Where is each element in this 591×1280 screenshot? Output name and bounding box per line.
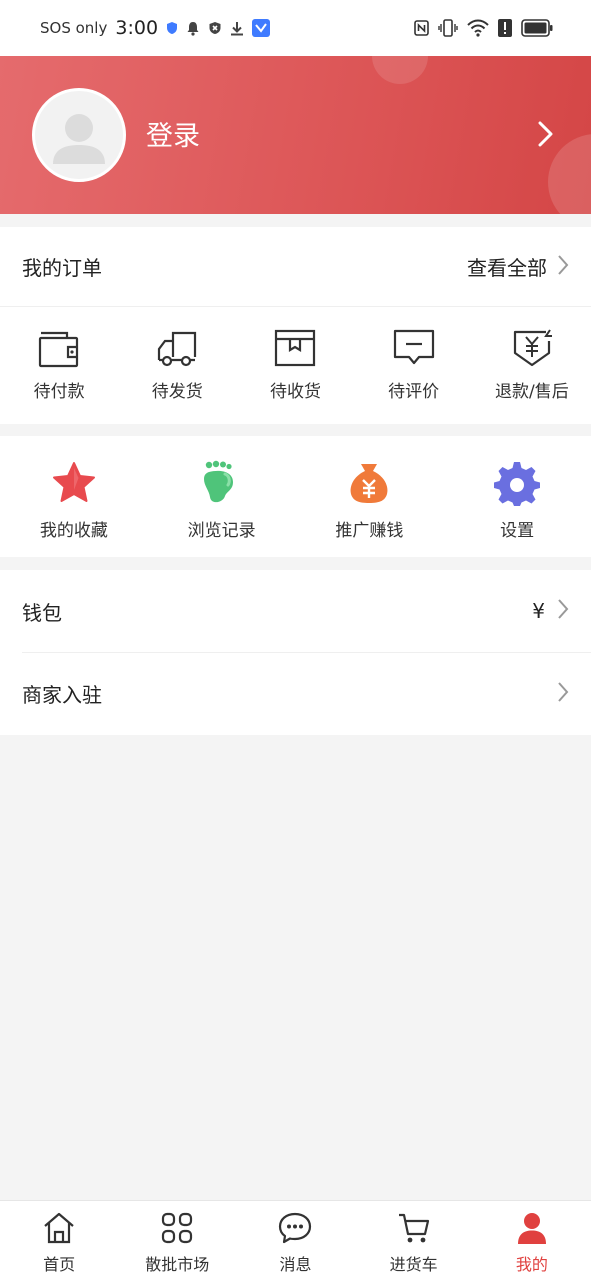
default-avatar-icon (53, 114, 105, 164)
chevron-right-icon (557, 254, 569, 280)
bell-icon (186, 21, 200, 36)
money-bag-icon (346, 460, 392, 506)
truck-icon (155, 327, 199, 369)
chat-icon (278, 1211, 312, 1245)
footprint-icon (199, 460, 245, 506)
order-pending-shipment[interactable]: 待发货 (118, 307, 236, 423)
grid-icon (160, 1211, 194, 1245)
order-pending-review[interactable]: 待评价 (355, 307, 473, 423)
download-icon (230, 21, 244, 36)
menu-list: 钱包 ¥ 商家入驻 (0, 570, 591, 735)
tools-card: 我的收藏 浏览记录 推广赚钱 设置 (0, 436, 591, 557)
wifi-icon (467, 19, 489, 37)
view-all-orders-link[interactable]: 查看全部 (467, 252, 569, 281)
login-link[interactable]: 登录 (146, 114, 200, 153)
nav-label: 我的 (515, 1255, 548, 1274)
order-pending-payment[interactable]: 待付款 (0, 307, 118, 423)
comment-icon (392, 327, 436, 369)
wallet-row[interactable]: 钱包 ¥ (22, 570, 591, 652)
person-icon (515, 1211, 549, 1245)
nfc-icon (414, 20, 429, 36)
order-label: 退款/售后 (494, 382, 569, 402)
list-item-label: 商家入驻 (22, 683, 102, 707)
chevron-right-icon (557, 598, 569, 624)
merchant-join-row[interactable]: 商家入驻 (22, 652, 591, 734)
tool-label: 设置 (500, 521, 535, 541)
battery-icon (521, 19, 553, 37)
promote-earn-button[interactable]: 推广赚钱 (296, 436, 444, 557)
home-icon (42, 1211, 76, 1245)
alert-icon (498, 19, 512, 37)
avatar[interactable] (32, 88, 126, 182)
decorative-bubble (372, 56, 428, 84)
nav-label: 首页 (43, 1255, 76, 1274)
nav-wholesale-market[interactable]: 散批市场 (118, 1201, 236, 1280)
tool-label: 我的收藏 (39, 521, 108, 541)
star-icon (51, 460, 97, 506)
nav-mine[interactable]: 我的 (473, 1201, 591, 1280)
history-button[interactable]: 浏览记录 (148, 436, 296, 557)
status-bar: SOS only 3:00 (0, 0, 591, 56)
gear-icon (494, 460, 541, 506)
chevron-right-icon (557, 681, 569, 707)
shield-icon (166, 21, 178, 35)
nav-label: 散批市场 (145, 1255, 210, 1274)
app-notification-icon (252, 19, 271, 37)
order-pending-receipt[interactable]: 待收货 (236, 307, 354, 423)
tool-label: 浏览记录 (187, 521, 256, 541)
order-refund-aftersale[interactable]: 退款/售后 (473, 307, 591, 423)
tool-label: 推广赚钱 (335, 521, 404, 541)
orders-header: 我的订单 查看全部 (0, 227, 591, 307)
order-label: 待付款 (33, 382, 85, 402)
vibrate-icon (438, 19, 458, 37)
order-label: 待评价 (388, 382, 440, 402)
list-item-label: 钱包 (22, 600, 62, 625)
order-label: 待收货 (269, 382, 321, 402)
nav-cart[interactable]: 进货车 (355, 1201, 473, 1280)
cart-icon (397, 1211, 431, 1245)
bottom-navigation: 首页 散批市场 消息 进货车 我的 (0, 1200, 591, 1280)
nav-home[interactable]: 首页 (0, 1201, 118, 1280)
wallet-icon (37, 327, 81, 369)
orders-card: 我的订单 查看全部 待付款 待发货 待收货 待评价 退款/售后 (0, 227, 591, 424)
view-all-label: 查看全部 (467, 256, 547, 280)
refund-icon (510, 327, 554, 369)
favorites-button[interactable]: 我的收藏 (0, 436, 148, 557)
nav-label: 进货车 (389, 1255, 438, 1274)
clock: 3:00 (115, 17, 159, 39)
profile-header[interactable]: 登录 (0, 56, 591, 214)
orders-title: 我的订单 (22, 256, 102, 280)
wallet-balance: ¥ (532, 599, 545, 623)
order-label: 待发货 (151, 382, 203, 402)
settings-button[interactable]: 设置 (443, 436, 591, 557)
nav-messages[interactable]: 消息 (236, 1201, 354, 1280)
block-icon (208, 21, 222, 35)
carrier-label: SOS only (40, 19, 108, 37)
nav-label: 消息 (279, 1255, 312, 1274)
order-status-row: 待付款 待发货 待收货 待评价 退款/售后 (0, 307, 591, 423)
chevron-right-icon[interactable] (536, 119, 556, 153)
box-icon (273, 327, 317, 369)
